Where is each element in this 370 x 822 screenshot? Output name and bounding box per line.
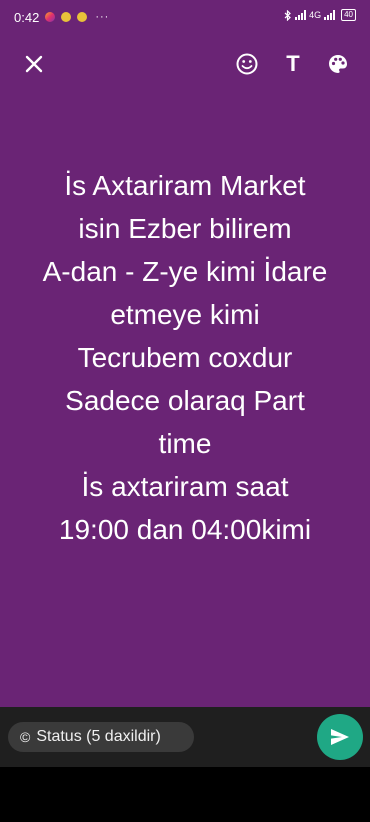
- notification-icon: [77, 12, 88, 22]
- text-line: etmeye kimi: [110, 299, 260, 330]
- status-indicators: 4G 40: [284, 9, 356, 21]
- status-bar: 0:42 ··· 4G 40: [0, 0, 370, 34]
- text-line: İs axtariram saat: [81, 471, 289, 502]
- emoji-icon: [236, 53, 258, 75]
- network-type: 4G: [309, 10, 322, 20]
- battery-icon: 40: [341, 9, 356, 21]
- emoji-button[interactable]: [229, 46, 265, 82]
- text-line: isin Ezber bilirem: [78, 213, 292, 244]
- text-line: Sadece olaraq Part: [65, 385, 305, 416]
- text-line: İs Axtariram Market: [64, 170, 306, 201]
- signal-icon: [295, 10, 307, 20]
- status-text[interactable]: İs Axtariram Market isin Ezber bilirem A…: [20, 164, 350, 551]
- text-line: Tecrubem coxdur: [77, 342, 293, 373]
- background-color-button[interactable]: [320, 46, 356, 82]
- notification-icon: [61, 12, 72, 22]
- editor-toolbar: T: [0, 46, 370, 84]
- bottom-bar: © Status (5 daxildir): [0, 707, 370, 767]
- system-navigation-area: [0, 767, 370, 822]
- close-icon: [25, 55, 43, 73]
- privacy-icon: ©: [20, 729, 31, 745]
- status-audience-button[interactable]: © Status (5 daxildir): [8, 722, 194, 752]
- text-line: A-dan - Z-ye kimi İdare: [42, 256, 328, 287]
- text-line: 19:00 dan 04:00kimi: [58, 514, 312, 545]
- instagram-notification-icon: [45, 12, 56, 22]
- send-button[interactable]: [317, 714, 363, 760]
- text-icon: T: [286, 51, 300, 76]
- send-icon: [331, 729, 349, 745]
- signal-icon: [324, 10, 336, 20]
- close-button[interactable]: [16, 46, 52, 82]
- status-audience-label: Status (5 daxildir): [36, 728, 161, 745]
- text-style-button[interactable]: T: [275, 46, 311, 82]
- status-time: 0:42: [14, 9, 40, 25]
- more-notifications: ···: [95, 11, 110, 23]
- palette-icon: [329, 55, 347, 73]
- text-line: time: [158, 428, 212, 459]
- bluetooth-icon: [284, 9, 291, 21]
